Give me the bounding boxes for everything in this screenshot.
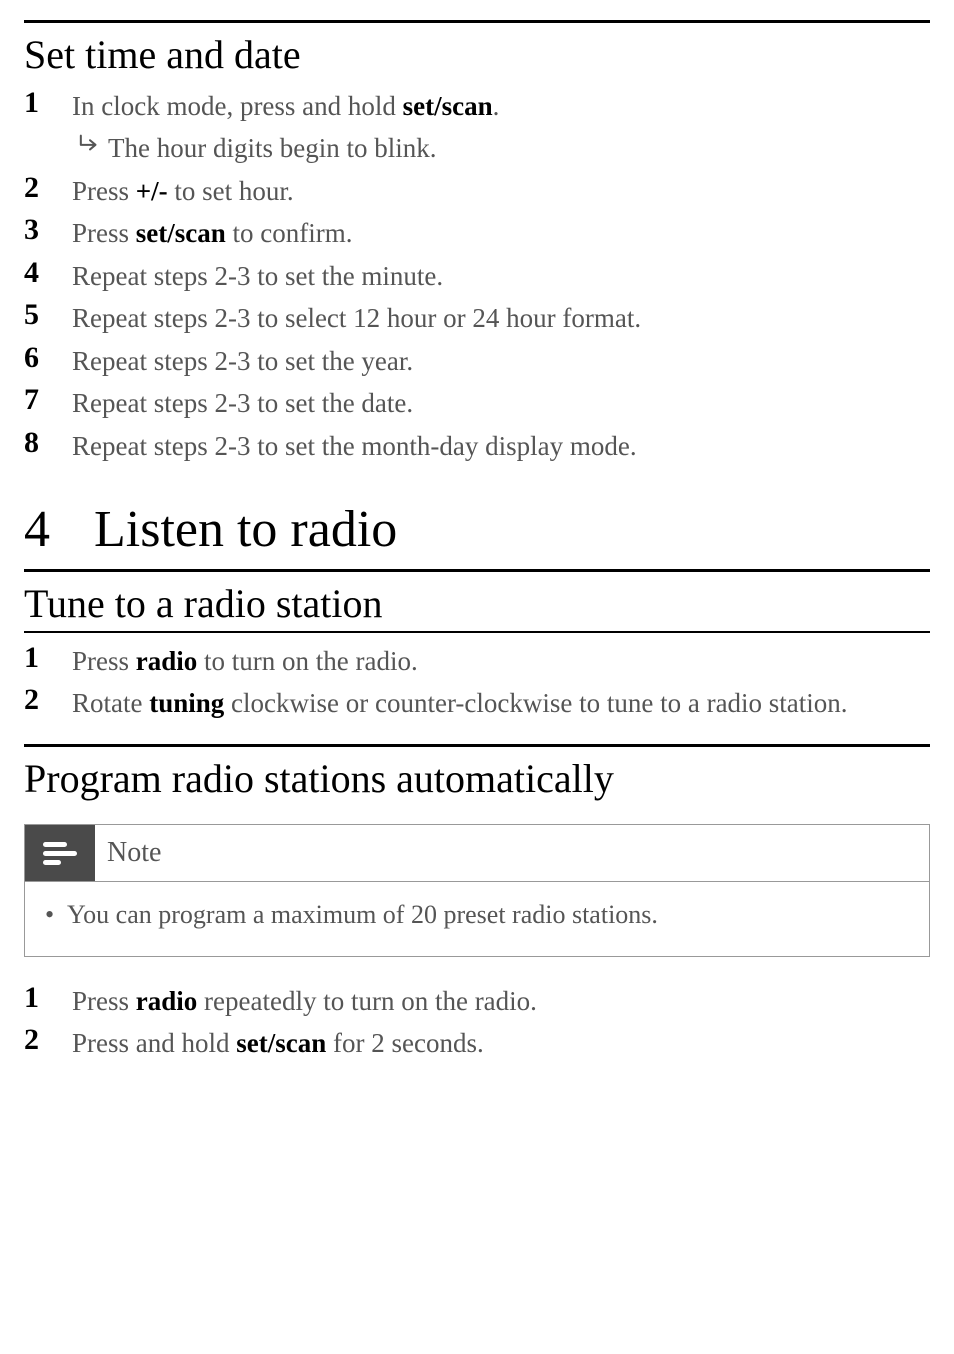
step-number: 3 [24,213,72,246]
step-text: repeatedly to turn on the radio. [197,986,537,1016]
horizontal-rule [24,20,930,23]
step-body: Press and hold set/scan for 2 seconds. [72,1023,930,1061]
step-text: Repeat steps 2-3 to set the minute. [72,261,443,291]
step-text: to set hour. [168,176,294,206]
step-item: 1 In clock mode, press and hold set/scan… [24,86,930,167]
step-text: . [493,91,500,121]
chapter-number: 4 [24,500,94,559]
bullet-icon: • [45,900,67,930]
step-text: Press and hold [72,1028,236,1058]
note-callout: Note •You can program a maximum of 20 pr… [24,824,930,957]
section-title-tune: Tune to a radio station [24,580,930,627]
horizontal-rule [24,569,930,572]
step-number: 1 [24,641,72,674]
step-item: 1 Press radio to turn on the radio. [24,641,930,679]
step-item: 1 Press radio repeatedly to turn on the … [24,981,930,1019]
step-text: to turn on the radio. [197,646,417,676]
step-number: 4 [24,256,72,289]
step-item: 3 Press set/scan to confirm. [24,213,930,251]
note-content: •You can program a maximum of 20 preset … [25,882,929,956]
note-label: Note [107,837,161,869]
step-item: 2 Press +/- to set hour. [24,171,930,209]
note-text: You can program a maximum of 20 preset r… [67,900,658,929]
step-body: Press radio repeatedly to turn on the ra… [72,981,930,1019]
steps-list-set-time: 1 In clock mode, press and hold set/scan… [24,86,930,464]
step-bold: set/scan [136,218,226,248]
step-item: 2 Rotate tuning clockwise or counter-clo… [24,683,930,721]
step-number: 8 [24,426,72,459]
step-number: 2 [24,1023,72,1056]
step-number: 5 [24,298,72,331]
step-text: Repeat steps 2-3 to set the month-day di… [72,431,637,461]
step-number: 2 [24,683,72,716]
step-text: Press [72,218,136,248]
step-text: Press [72,986,136,1016]
step-text: Press [72,176,136,206]
step-text: Rotate [72,688,149,718]
step-item: 8 Repeat steps 2-3 to set the month-day … [24,426,930,464]
step-bold: set/scan [403,91,493,121]
step-body: Press radio to turn on the radio. [72,641,930,679]
steps-list-program: 1 Press radio repeatedly to turn on the … [24,981,930,1062]
step-item: 2 Press and hold set/scan for 2 seconds. [24,1023,930,1061]
step-number: 2 [24,171,72,204]
step-body: Repeat steps 2-3 to select 12 hour or 24… [72,298,930,336]
step-item: 5 Repeat steps 2-3 to select 12 hour or … [24,298,930,336]
horizontal-rule [24,631,930,633]
step-body: Press +/- to set hour. [72,171,930,209]
step-bold: radio [136,646,198,676]
step-item: 7 Repeat steps 2-3 to set the date. [24,383,930,421]
chapter-title: Listen to radio [94,500,397,559]
step-bold: radio [136,986,198,1016]
steps-list-tune: 1 Press radio to turn on the radio. 2 Ro… [24,641,930,722]
section-title-set-time: Set time and date [24,31,930,78]
step-text: Repeat steps 2-3 to set the date. [72,388,413,418]
step-bold: +/- [136,176,168,206]
step-bold: tuning [149,688,224,718]
step-body: In clock mode, press and hold set/scan. … [72,86,930,167]
step-item: 4 Repeat steps 2-3 to set the minute. [24,256,930,294]
sub-step: The hour digits begin to blink. [72,130,930,166]
horizontal-rule [24,744,930,747]
step-text: Press [72,646,136,676]
step-body: Repeat steps 2-3 to set the date. [72,383,930,421]
step-body: Rotate tuning clockwise or counter-clock… [72,683,930,721]
step-item: 6 Repeat steps 2-3 to set the year. [24,341,930,379]
step-number: 1 [24,86,72,119]
step-text: to confirm. [226,218,353,248]
sub-step-text: The hour digits begin to blink. [108,130,436,166]
note-header: Note [25,825,929,881]
step-text: for 2 seconds. [326,1028,483,1058]
section-title-program: Program radio stations automatically [24,755,930,802]
step-number: 1 [24,981,72,1014]
step-text: Repeat steps 2-3 to set the year. [72,346,413,376]
step-body: Repeat steps 2-3 to set the month-day di… [72,426,930,464]
step-text: clockwise or counter-clockwise to tune t… [224,688,847,718]
note-icon [25,825,95,881]
step-bold: set/scan [236,1028,326,1058]
step-number: 6 [24,341,72,374]
step-text: In clock mode, press and hold [72,91,403,121]
step-body: Press set/scan to confirm. [72,213,930,251]
step-body: Repeat steps 2-3 to set the minute. [72,256,930,294]
step-number: 7 [24,383,72,416]
chapter-heading: 4 Listen to radio [24,500,930,559]
step-text: Repeat steps 2-3 to select 12 hour or 24… [72,303,641,333]
step-body: Repeat steps 2-3 to set the year. [72,341,930,379]
result-arrow-icon [72,130,108,153]
